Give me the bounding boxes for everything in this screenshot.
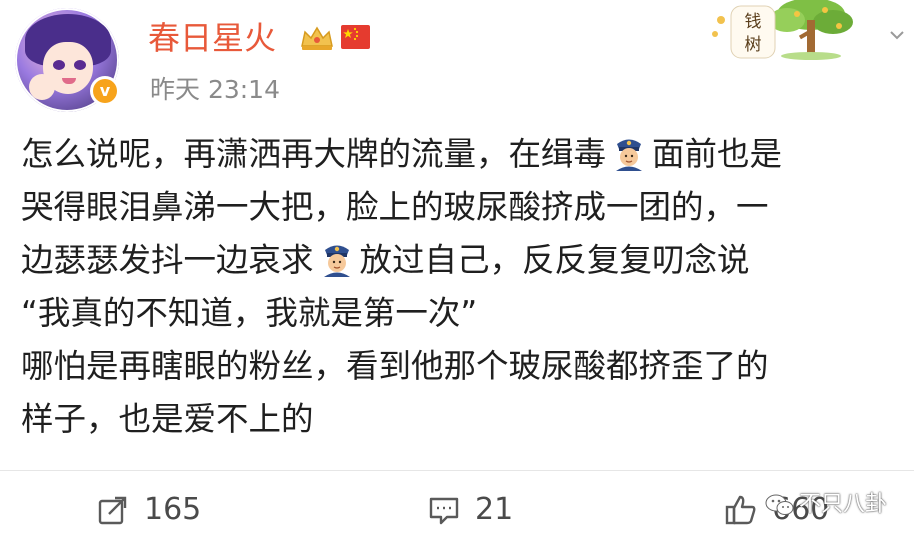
verified-badge-icon: v bbox=[90, 76, 120, 106]
avatar-eye-right bbox=[74, 60, 86, 70]
watermark-text: 不只八卦 bbox=[799, 492, 888, 517]
username[interactable]: 春日星火 bbox=[148, 14, 276, 62]
repost-button[interactable]: 165 bbox=[96, 488, 201, 532]
post-text-segment: 放过自己，反反复复叨念说 bbox=[359, 241, 750, 279]
post-line: 怎么说呢，再潇洒再大牌的流量，在缉毒 面前也是 bbox=[21, 128, 901, 181]
post-text-segment: “我真的不知道，我就是第一次” bbox=[21, 294, 478, 332]
post-text-segment: 面前也是 bbox=[652, 135, 783, 173]
wechat-icon bbox=[765, 494, 794, 515]
post-text-segment: 哭得眼泪鼻涕一大把，脸上的玻尿酸挤成一团的，一 bbox=[21, 188, 769, 226]
post-text-segment: 边瑟瑟发抖一边哀求 bbox=[21, 241, 314, 279]
police-officer-icon bbox=[323, 245, 350, 277]
avatar-eye-left bbox=[53, 60, 65, 70]
comment-icon bbox=[429, 497, 459, 525]
watermark: 不只八卦 bbox=[765, 490, 887, 520]
post-line: 哭得眼泪鼻涕一大把，脸上的玻尿酸挤成一团的，一 bbox=[21, 181, 901, 234]
post-text-segment: 样子，也是爱不上的 bbox=[21, 400, 314, 438]
post-line: 边瑟瑟发抖一边哀求 放过自己，反反复复叨念说 bbox=[21, 234, 901, 287]
chevron-down-icon[interactable] bbox=[890, 30, 904, 40]
repost-count: 165 bbox=[144, 492, 202, 527]
post-line: “我真的不知道，我就是第一次” bbox=[21, 287, 901, 340]
thumbs-up-icon bbox=[725, 495, 756, 525]
china-flag-icon bbox=[341, 25, 370, 49]
money-tree-icon: 钱 树 bbox=[703, 0, 859, 62]
avatar-hand bbox=[29, 74, 55, 100]
post-body: 怎么说呢，再潇洒再大牌的流量，在缉毒 面前也是 哭得眼泪鼻涕一大把，脸上的玻尿酸… bbox=[21, 128, 901, 446]
svg-text:钱: 钱 bbox=[745, 12, 762, 32]
police-officer-icon bbox=[616, 139, 643, 171]
post-text-segment: 哪怕是再瞎眼的粉丝，看到他那个玻尿酸都挤歪了的 bbox=[21, 347, 769, 385]
comment-button[interactable]: 21 bbox=[427, 488, 513, 532]
crown-icon bbox=[301, 26, 333, 50]
post-timestamp[interactable]: 昨天 23:14 bbox=[150, 72, 280, 108]
svg-text:树: 树 bbox=[745, 35, 762, 55]
verified-badge-letter: v bbox=[93, 79, 117, 103]
post-text-segment: 怎么说呢，再潇洒再大牌的流量，在缉毒 bbox=[21, 135, 607, 173]
post-line: 哪怕是再瞎眼的粉丝，看到他那个玻尿酸都挤歪了的 bbox=[21, 340, 901, 393]
divider bbox=[0, 470, 914, 471]
post-line: 样子，也是爱不上的 bbox=[21, 393, 901, 446]
comment-count: 21 bbox=[475, 492, 514, 527]
repost-icon bbox=[98, 496, 127, 525]
